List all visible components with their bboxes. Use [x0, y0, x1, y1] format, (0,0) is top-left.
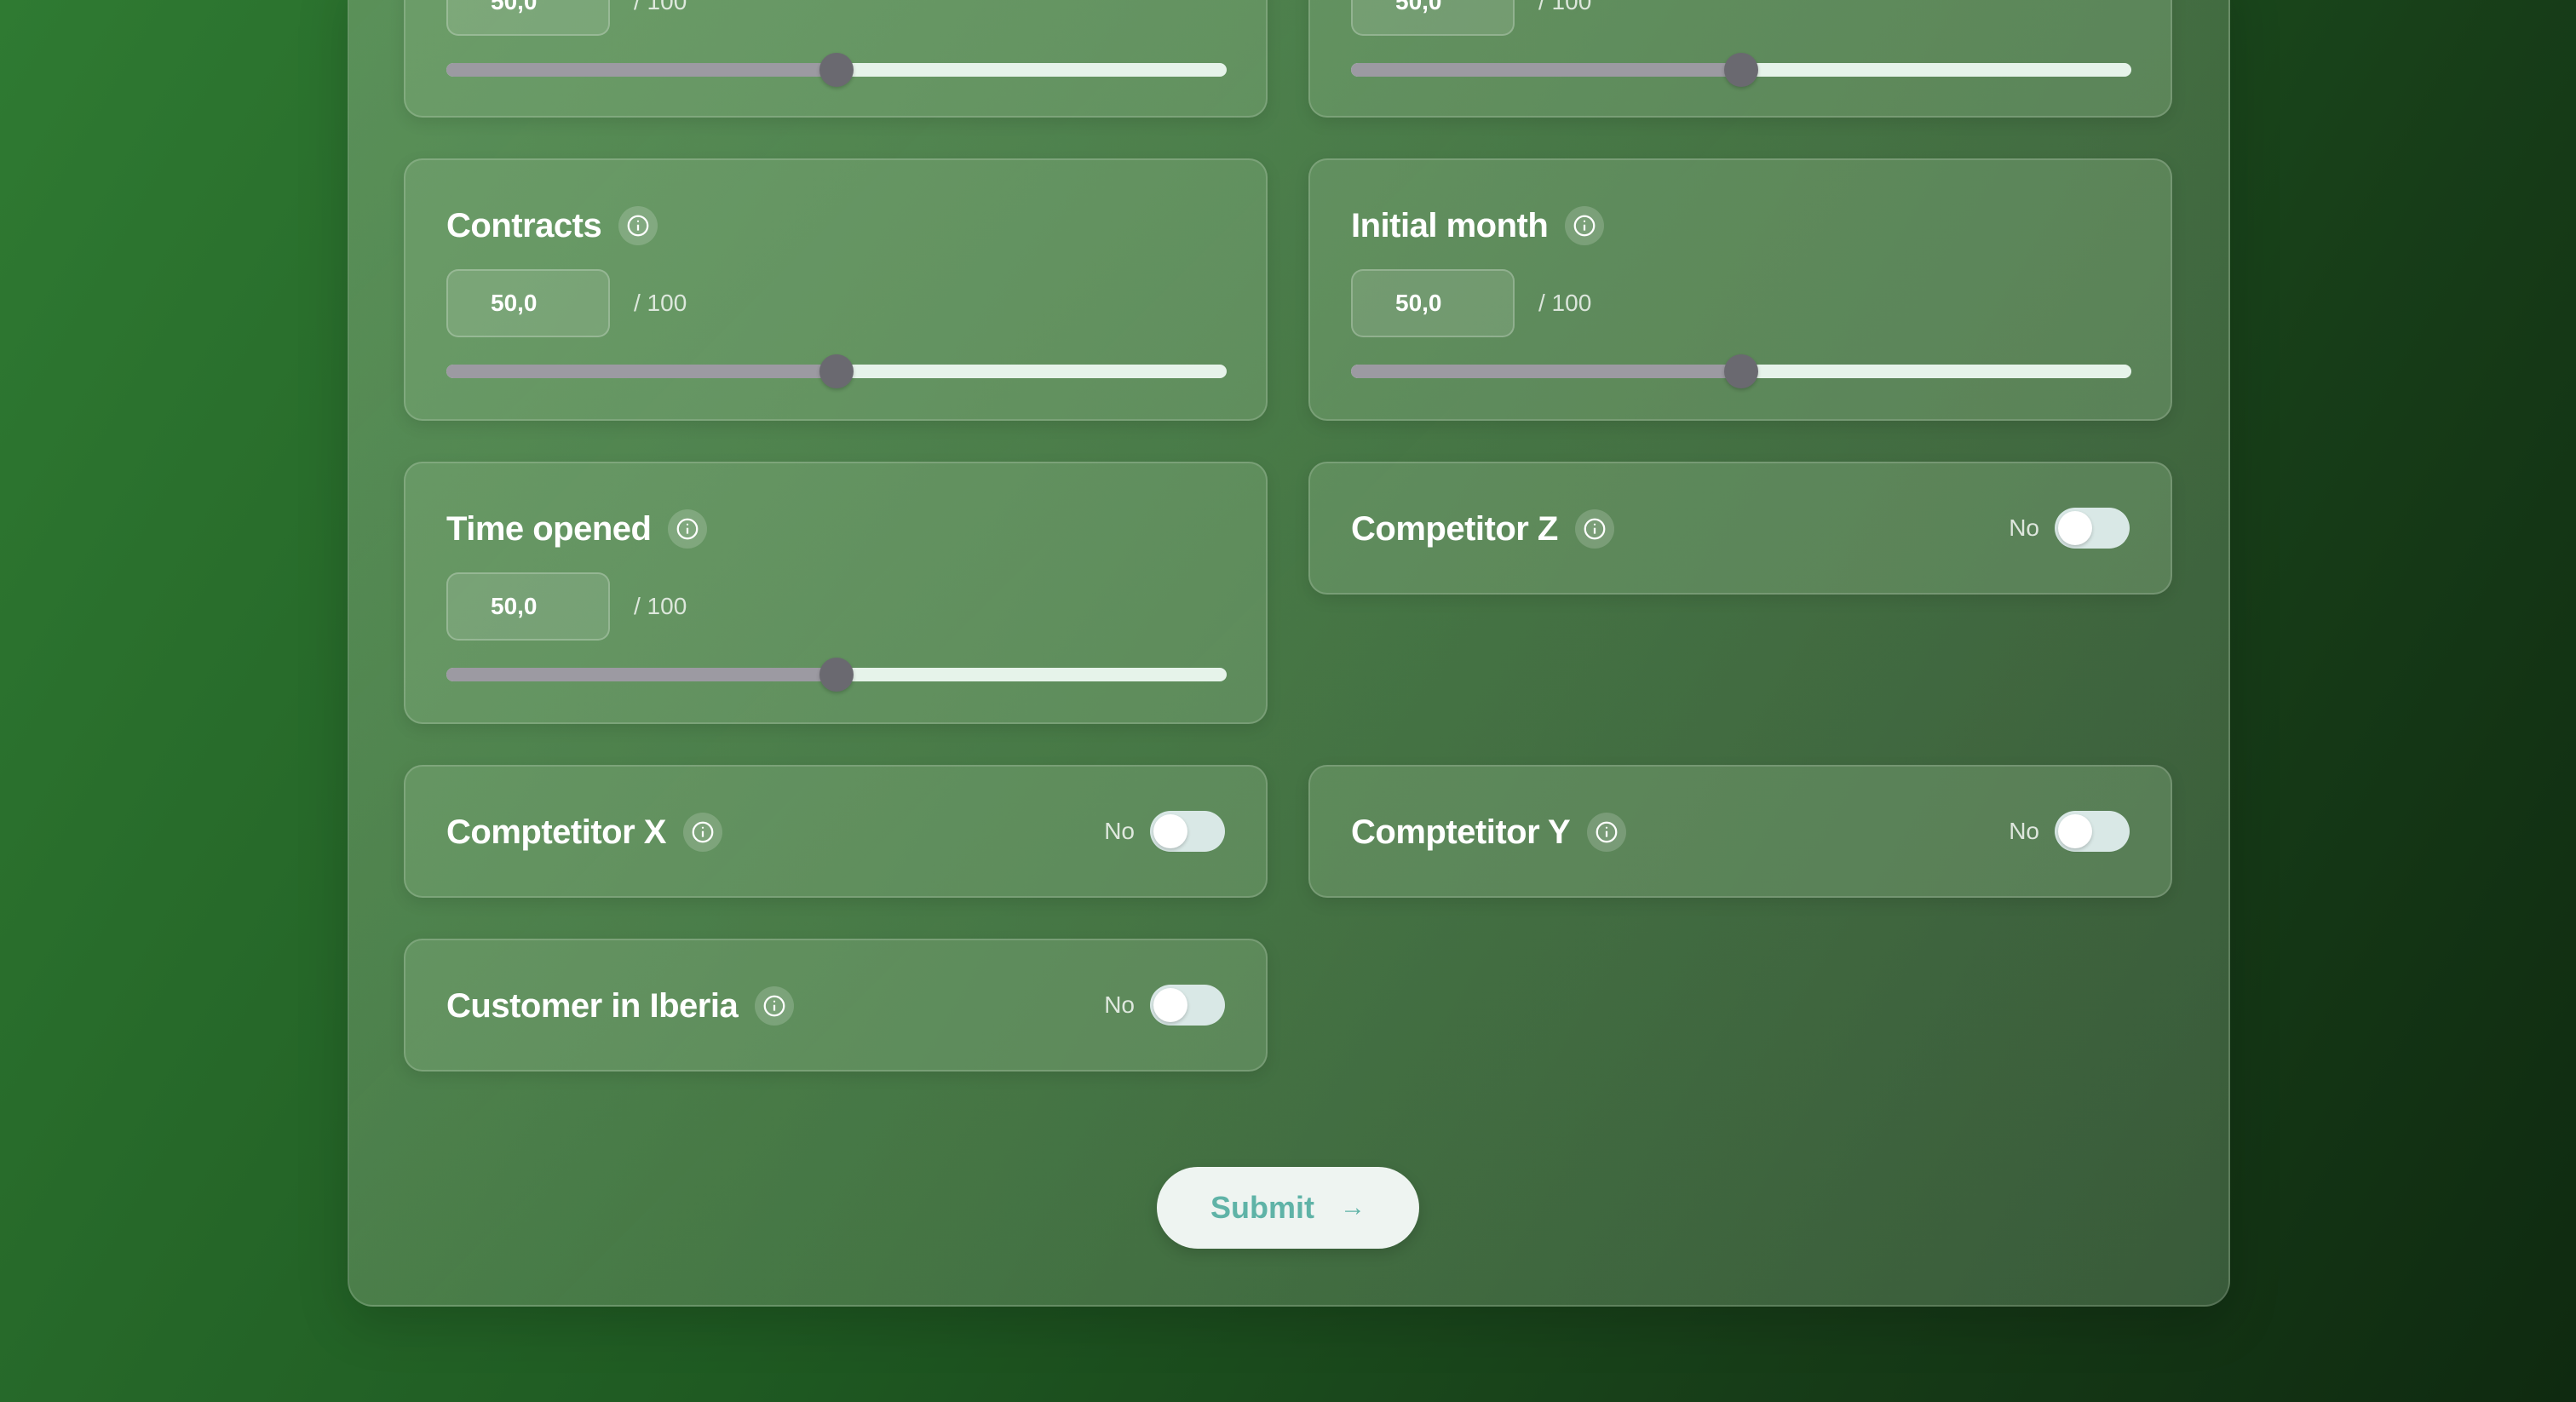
- slider-thumb[interactable]: [819, 354, 854, 388]
- slider-fill: [1351, 365, 1741, 378]
- info-icon[interactable]: [1587, 813, 1627, 852]
- max-label: / 100: [634, 0, 687, 14]
- slider[interactable]: [1351, 354, 2131, 388]
- slider[interactable]: [446, 354, 1227, 388]
- field-title-text: Competitor Z: [1351, 509, 1558, 548]
- slider-thumb[interactable]: [819, 53, 854, 87]
- field-title: Contracts: [446, 206, 658, 245]
- max-label: / 100: [1538, 0, 1592, 14]
- field-title: Initial month: [1351, 206, 1605, 245]
- max-label: / 100: [634, 290, 687, 316]
- toggle-knob: [1153, 988, 1187, 1022]
- toggle-card-competitor-z: Competitor Z No: [1308, 462, 2172, 595]
- toggle-knob: [2058, 814, 2092, 848]
- toggle-group: No: [1104, 985, 1225, 1026]
- slider-fill: [1351, 63, 1741, 77]
- competitor-z-toggle[interactable]: [2055, 508, 2130, 549]
- field-title: Customer in Iberia: [446, 986, 795, 1026]
- info-icon[interactable]: [1565, 206, 1605, 245]
- field-title-text: Contracts: [446, 206, 602, 244]
- field-title-text: Time opened: [446, 509, 652, 548]
- arrow-right-icon: →: [1340, 1193, 1366, 1221]
- field-title-text: Customer in Iberia: [446, 986, 739, 1025]
- submit-button[interactable]: Submit →: [1157, 1167, 1419, 1249]
- max-label: / 100: [634, 593, 687, 619]
- value-input[interactable]: 50,0: [1351, 269, 1515, 337]
- slider-card-initial-month: Initial month 50,0 / 100: [1308, 158, 2172, 421]
- slider[interactable]: [1351, 53, 2131, 87]
- competitor-y-toggle[interactable]: [2055, 811, 2130, 852]
- slider-card-top-left: 50,0 / 100: [404, 0, 1268, 118]
- toggle-state-label: No: [1104, 991, 1135, 1018]
- toggle-group: No: [2009, 508, 2130, 549]
- customer-iberia-toggle[interactable]: [1150, 985, 1225, 1026]
- toggle-card-competitor-y: Comptetitor Y No: [1308, 765, 2172, 898]
- field-title: Comptetitor Y: [1351, 813, 1627, 852]
- field-title: Time opened: [446, 509, 708, 549]
- field-title-text: Comptetitor Y: [1351, 813, 1571, 851]
- toggle-card-customer-iberia: Customer in Iberia No: [404, 939, 1268, 1072]
- slider[interactable]: [446, 658, 1227, 692]
- toggle-state-label: No: [2009, 818, 2039, 844]
- info-icon[interactable]: [618, 206, 658, 245]
- info-icon[interactable]: [668, 509, 708, 549]
- toggle-card-competitor-x: Comptetitor X No: [404, 765, 1268, 898]
- slider-card-time-opened: Time opened 50,0 / 100: [404, 462, 1268, 724]
- slider-thumb[interactable]: [1724, 53, 1758, 87]
- slider-fill: [446, 365, 837, 378]
- competitor-x-toggle[interactable]: [1150, 811, 1225, 852]
- toggle-state-label: No: [1104, 818, 1135, 844]
- toggle-knob: [2058, 511, 2092, 545]
- max-label: / 100: [1538, 290, 1592, 316]
- field-title: Competitor Z: [1351, 509, 1614, 549]
- slider-fill: [446, 668, 837, 681]
- toggle-knob: [1153, 814, 1187, 848]
- slider-thumb[interactable]: [819, 658, 854, 692]
- slider-fill: [446, 63, 837, 77]
- toggle-state-label: No: [2009, 514, 2039, 541]
- field-title: Comptetitor X: [446, 813, 722, 852]
- toggle-group: No: [1104, 811, 1225, 852]
- value-input[interactable]: 50,0: [1351, 0, 1515, 36]
- field-title-text: Comptetitor X: [446, 813, 666, 851]
- value-input[interactable]: 50,0: [446, 572, 610, 641]
- info-icon[interactable]: [1574, 509, 1614, 549]
- slider-card-top-right: 50,0 / 100: [1308, 0, 2172, 118]
- info-icon[interactable]: [755, 986, 795, 1026]
- info-icon[interactable]: [682, 813, 722, 852]
- toggle-group: No: [2009, 811, 2130, 852]
- value-input[interactable]: 50,0: [446, 0, 610, 36]
- slider-thumb[interactable]: [1724, 354, 1758, 388]
- value-input[interactable]: 50,0: [446, 269, 610, 337]
- field-title-text: Initial month: [1351, 206, 1549, 244]
- slider-card-contracts: Contracts 50,0 / 100: [404, 158, 1268, 421]
- slider[interactable]: [446, 53, 1227, 87]
- submit-label: Submit: [1210, 1190, 1314, 1225]
